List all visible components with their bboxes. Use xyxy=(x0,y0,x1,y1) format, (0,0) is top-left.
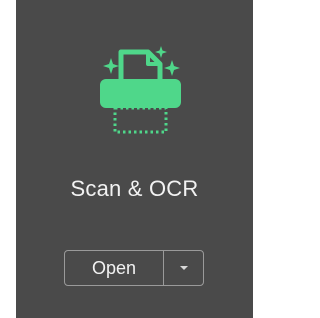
open-split-button: Open xyxy=(64,250,204,286)
scan-ocr-icon xyxy=(100,46,181,134)
caret-down-icon xyxy=(179,266,188,270)
scan-ocr-tool-card[interactable]: Scan & OCR Open xyxy=(16,0,253,318)
tool-title: Scan & OCR xyxy=(70,176,199,201)
open-options-dropdown[interactable] xyxy=(164,251,203,285)
open-button[interactable]: Open xyxy=(65,251,164,285)
